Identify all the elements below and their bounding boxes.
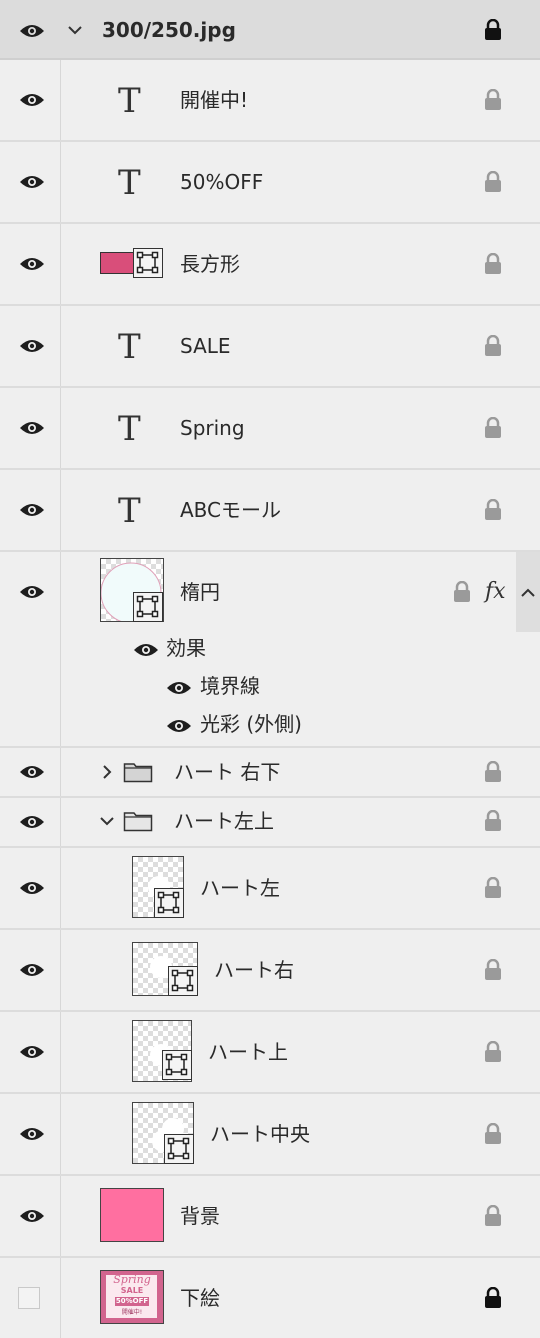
layer-name: 開催中! [180, 88, 249, 112]
eye-icon[interactable] [19, 256, 45, 272]
lock-icon[interactable] [483, 1205, 503, 1227]
layer-name: ハート右 [214, 958, 294, 982]
chevron-down-icon[interactable] [66, 21, 84, 39]
eye-icon[interactable] [19, 584, 45, 600]
shape-icon [154, 888, 184, 918]
chevron-right-icon[interactable] [98, 763, 116, 781]
eye-icon[interactable] [19, 764, 45, 780]
layer-name: 楕円 [180, 580, 220, 604]
layer-name: ハート 右下 [174, 760, 281, 784]
text-layer-icon: T [118, 81, 141, 121]
eye-icon[interactable] [19, 962, 45, 978]
layer-row-background[interactable]: 背景 [0, 1176, 540, 1258]
lock-icon[interactable] [483, 253, 503, 275]
layer-row-50off[interactable]: T 50%OFF [0, 142, 540, 224]
lock-icon[interactable] [483, 417, 503, 439]
layer-name: ハート中央 [210, 1122, 310, 1146]
layer-name: ハート上 [208, 1040, 288, 1064]
lock-icon[interactable] [483, 89, 503, 111]
sketch-thumb-word: Spring [113, 1273, 151, 1286]
eye-icon[interactable] [19, 92, 45, 108]
folder-icon [123, 810, 153, 832]
lock-icon[interactable] [483, 19, 503, 41]
layer-row-sketch[interactable]: Spring SALE 50%OFF 開催中! 下絵 [0, 1258, 540, 1338]
layer-row-heart-top-left[interactable]: ハート左上 [0, 798, 540, 848]
layer-row-ellipse[interactable]: 楕円 fx 効果 境界線 光彩 (外側) [0, 552, 540, 748]
text-layer-icon: T [118, 163, 141, 203]
layer-row-heart-bottom-right[interactable]: ハート 右下 [0, 748, 540, 798]
text-layer-icon: T [118, 409, 141, 449]
lock-icon[interactable] [483, 761, 503, 783]
shape-icon [133, 592, 163, 622]
layer-row-heart-center[interactable]: ハート中央 [0, 1094, 540, 1176]
eye-icon[interactable] [19, 420, 45, 436]
layer-name: 長方形 [180, 252, 240, 276]
layer-row-rectangle[interactable]: 長方形 [0, 224, 540, 306]
eye-icon[interactable] [19, 1126, 45, 1142]
layer-row-heart-top[interactable]: ハート上 [0, 1012, 540, 1094]
fx-icon[interactable]: fx [485, 580, 506, 604]
layer-row-spring[interactable]: T Spring [0, 388, 540, 470]
layer-row-abc-mall[interactable]: T ABCモール [0, 470, 540, 552]
visibility-checkbox[interactable] [18, 1287, 40, 1309]
layer-name: ハート左上 [174, 809, 274, 833]
shape-icon [133, 248, 163, 278]
rectangle-thumbnail [100, 252, 134, 274]
text-layer-icon: T [118, 491, 141, 531]
eye-icon[interactable] [19, 814, 45, 830]
layer-name: 下絵 [180, 1286, 220, 1310]
lock-icon[interactable] [483, 499, 503, 521]
eye-icon[interactable] [19, 1208, 45, 1224]
layer-row-sale[interactable]: T SALE [0, 306, 540, 388]
background-thumbnail [100, 1188, 164, 1242]
lock-icon[interactable] [483, 1287, 503, 1309]
sketch-thumb-footer: 開催中! [121, 1309, 143, 1316]
eye-icon[interactable] [19, 1044, 45, 1060]
lock-icon[interactable] [483, 1041, 503, 1063]
eye-icon[interactable] [133, 642, 159, 658]
lock-icon[interactable] [452, 581, 472, 603]
layer-name: SALE [180, 334, 231, 358]
lock-icon[interactable] [483, 810, 503, 832]
eye-icon[interactable] [166, 718, 192, 734]
shape-icon [162, 1050, 192, 1080]
eye-icon[interactable] [19, 338, 45, 354]
effects-label: 効果 [166, 636, 206, 660]
layer-name: Spring [180, 416, 245, 440]
layer-row-root[interactable]: 300/250.jpg [0, 0, 540, 60]
effect-stroke: 境界線 [200, 674, 260, 698]
lock-icon[interactable] [483, 1123, 503, 1145]
folder-icon [123, 761, 153, 783]
layer-row-heart-right[interactable]: ハート右 [0, 930, 540, 1012]
shape-icon [168, 966, 198, 996]
layer-row-kaisai[interactable]: T 開催中! [0, 60, 540, 142]
sketch-thumbnail: Spring SALE 50%OFF 開催中! [100, 1270, 164, 1324]
collapse-effects-button[interactable] [516, 552, 540, 632]
layer-name: ABCモール [180, 498, 282, 522]
effect-outer-glow: 光彩 (外側) [200, 712, 302, 736]
layer-name: 50%OFF [180, 170, 264, 194]
layer-name: ハート左 [200, 876, 280, 900]
eye-icon[interactable] [19, 880, 45, 896]
lock-icon[interactable] [483, 959, 503, 981]
eye-icon[interactable] [19, 502, 45, 518]
lock-icon[interactable] [483, 335, 503, 357]
sketch-thumb-off: 50%OFF [115, 1297, 149, 1306]
chevron-down-icon[interactable] [98, 812, 116, 830]
sketch-thumb-sale: SALE [120, 1286, 144, 1295]
eye-icon[interactable] [19, 174, 45, 190]
lock-icon[interactable] [483, 877, 503, 899]
layer-name: 300/250.jpg [102, 18, 236, 42]
layer-row-heart-left[interactable]: ハート左 [0, 848, 540, 930]
text-layer-icon: T [118, 327, 141, 367]
eye-icon[interactable] [166, 680, 192, 696]
lock-icon[interactable] [483, 171, 503, 193]
layer-name: 背景 [180, 1204, 220, 1228]
eye-icon[interactable] [19, 23, 45, 39]
shape-icon [164, 1134, 194, 1164]
